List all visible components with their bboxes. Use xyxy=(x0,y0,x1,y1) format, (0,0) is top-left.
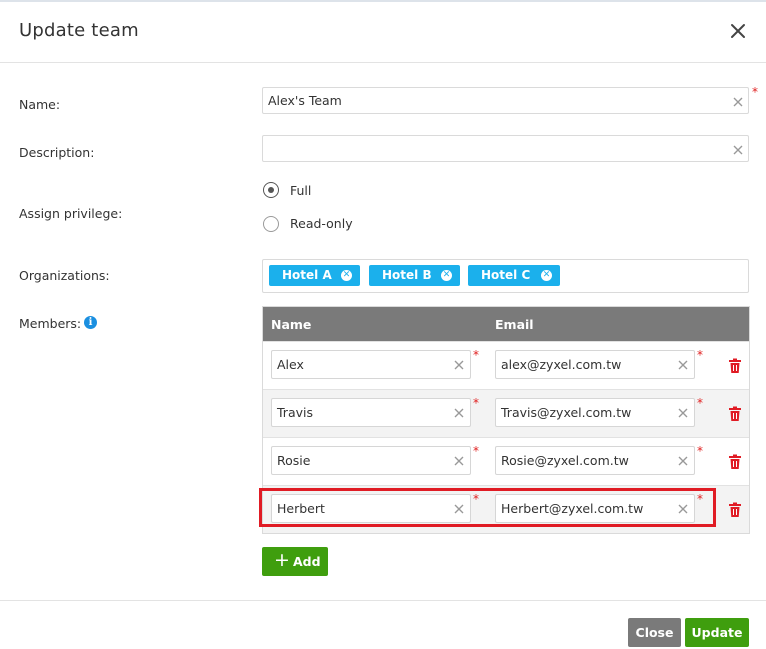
tag-hotel-c: Hotel C ✕ xyxy=(468,265,560,286)
description-field[interactable] xyxy=(262,135,749,162)
trash-icon[interactable] xyxy=(728,358,742,374)
organizations-field[interactable]: Hotel A ✕ Hotel B ✕ Hotel C ✕ xyxy=(262,259,749,293)
member-email-value: Travis@zyxel.com.tw xyxy=(501,405,632,420)
required-mark: * xyxy=(697,444,703,458)
required-mark: * xyxy=(473,396,479,410)
name-label: Name: xyxy=(19,97,61,112)
name-field[interactable]: Alex's Team xyxy=(262,87,749,114)
trash-icon[interactable] xyxy=(728,406,742,422)
add-label: Add xyxy=(293,554,321,569)
radio-read-only-label: Read-only xyxy=(290,216,353,231)
close-button[interactable]: Close xyxy=(628,618,681,647)
tag-label: Hotel A xyxy=(282,268,332,282)
clear-icon[interactable] xyxy=(677,407,689,419)
table-row: Alex * alex@zyxel.com.tw * xyxy=(263,341,749,389)
required-mark: * xyxy=(752,85,758,99)
remove-tag-icon[interactable]: ✕ xyxy=(441,270,452,281)
description-label: Description: xyxy=(19,145,95,160)
member-email-field[interactable]: alex@zyxel.com.tw xyxy=(495,350,695,379)
required-mark: * xyxy=(473,348,479,362)
tag-label: Hotel B xyxy=(382,268,432,282)
clear-icon[interactable] xyxy=(677,455,689,467)
update-button[interactable]: Update xyxy=(685,618,749,647)
tag-hotel-b: Hotel B ✕ xyxy=(369,265,460,286)
member-email-value: alex@zyxel.com.tw xyxy=(501,357,622,372)
dialog-title: Update team xyxy=(19,20,139,41)
member-email-field[interactable]: Rosie@zyxel.com.tw xyxy=(495,446,695,475)
remove-tag-icon[interactable]: ✕ xyxy=(341,270,352,281)
highlight-box xyxy=(259,488,716,527)
tag-label: Hotel C xyxy=(481,268,531,282)
clear-icon[interactable] xyxy=(453,455,465,467)
name-value: Alex's Team xyxy=(268,93,342,108)
table-row: Travis * Travis@zyxel.com.tw * xyxy=(263,389,749,437)
member-name-field[interactable]: Rosie xyxy=(271,446,471,475)
dialog-header: Update team xyxy=(0,2,766,63)
required-mark: * xyxy=(697,348,703,362)
radio-full[interactable] xyxy=(263,182,279,198)
radio-full-label: Full xyxy=(290,183,312,198)
add-member-button[interactable]: + Add xyxy=(262,547,328,576)
trash-icon[interactable] xyxy=(728,454,742,470)
required-mark: * xyxy=(473,444,479,458)
trash-icon[interactable] xyxy=(728,502,742,518)
organizations-label: Organizations: xyxy=(19,268,110,283)
clear-icon[interactable] xyxy=(732,96,744,108)
close-icon[interactable] xyxy=(727,20,749,42)
member-name-value: Travis xyxy=(277,405,313,420)
privilege-label: Assign privilege: xyxy=(19,206,123,221)
required-mark: * xyxy=(697,396,703,410)
column-email-header: Email xyxy=(495,317,534,332)
tag-hotel-a: Hotel A ✕ xyxy=(269,265,360,286)
member-email-field[interactable]: Travis@zyxel.com.tw xyxy=(495,398,695,427)
clear-icon[interactable] xyxy=(677,359,689,371)
clear-icon[interactable] xyxy=(453,359,465,371)
member-name-field[interactable]: Alex xyxy=(271,350,471,379)
member-name-value: Rosie xyxy=(277,453,311,468)
table-row: Rosie * Rosie@zyxel.com.tw * xyxy=(263,437,749,485)
footer-divider xyxy=(0,600,766,601)
plus-icon: + xyxy=(274,549,290,571)
members-label: Members: xyxy=(19,316,82,331)
column-name-header: Name xyxy=(271,317,312,332)
clear-icon[interactable] xyxy=(453,407,465,419)
radio-read-only[interactable] xyxy=(263,216,279,232)
remove-tag-icon[interactable]: ✕ xyxy=(541,270,552,281)
member-email-value: Rosie@zyxel.com.tw xyxy=(501,453,629,468)
clear-icon[interactable] xyxy=(732,144,744,156)
table-header: Name Email xyxy=(263,307,749,341)
info-icon[interactable]: i xyxy=(84,316,97,329)
member-name-field[interactable]: Travis xyxy=(271,398,471,427)
member-name-value: Alex xyxy=(277,357,304,372)
